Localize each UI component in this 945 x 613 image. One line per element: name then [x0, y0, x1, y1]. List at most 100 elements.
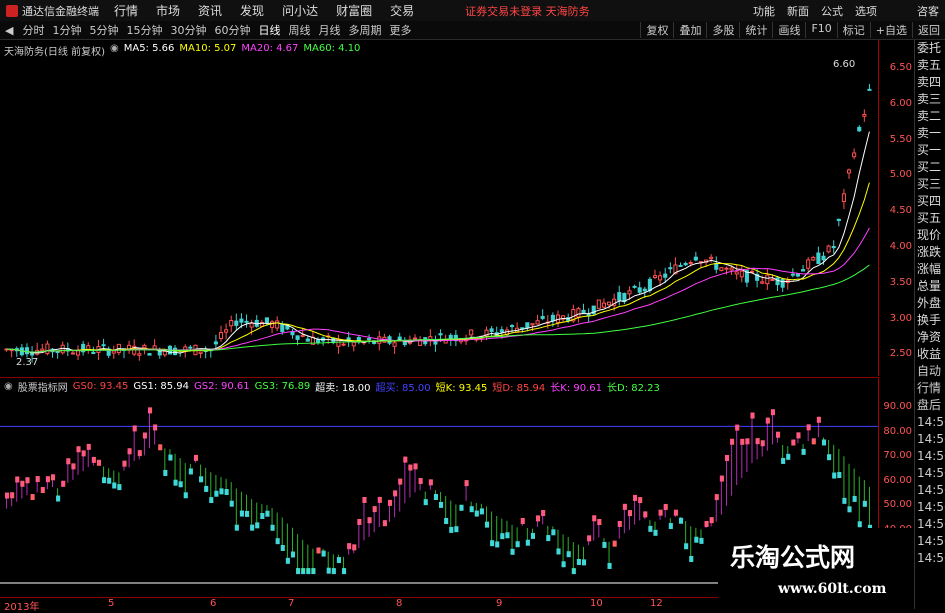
candle-body [729, 267, 734, 271]
menu-item-ask[interactable]: 问小达 [273, 2, 327, 19]
candle-body [40, 348, 45, 352]
menu-item-trade[interactable]: 交易 [381, 2, 423, 19]
candle-body [55, 350, 60, 353]
candle-body [581, 309, 586, 314]
indicator-bar [219, 488, 224, 495]
quote-label: 14:56 [917, 466, 945, 480]
high-price-label: 6.60 [833, 59, 856, 70]
candle-body [341, 343, 346, 346]
candle-body [862, 113, 867, 117]
quote-label: 14:56 [917, 517, 945, 531]
price-tick: 3.50 [889, 276, 912, 288]
indicator-bar [209, 497, 214, 504]
indicator-bar [255, 522, 260, 529]
period-15min[interactable]: 15分钟 [122, 22, 166, 38]
quote-label: 买一 [917, 143, 942, 157]
ind-oversold: 超卖: 18.00 [315, 383, 371, 394]
ma-dot-icon: ◉ [109, 43, 119, 54]
indicator-bar [449, 526, 454, 533]
indicator-bar [459, 504, 464, 511]
tool-mark[interactable]: 标记 [836, 22, 870, 38]
candle-body [775, 277, 780, 286]
menu-item-discover[interactable]: 发现 [231, 2, 273, 19]
quote-label: 净资 [917, 330, 942, 344]
period-multi[interactable]: 多周期 [344, 22, 385, 38]
candle-body [234, 320, 239, 326]
quote-label: 盘后 [917, 398, 942, 412]
candle-body [688, 261, 693, 264]
menu-item-wealth[interactable]: 财富圈 [327, 2, 381, 19]
tool-multi-stock[interactable]: 多股 [706, 22, 739, 38]
period-daily[interactable]: 日线 [254, 22, 284, 38]
period-5min[interactable]: 5分钟 [85, 22, 122, 38]
indicator-bar [173, 479, 178, 486]
candle-body [535, 320, 540, 325]
period-1min[interactable]: 1分钟 [48, 22, 85, 38]
period-weekly[interactable]: 周线 [284, 22, 314, 38]
quote-label: 14:56 [917, 483, 945, 497]
menu-item-news[interactable]: 资讯 [189, 2, 231, 19]
period-more[interactable]: 更多 [385, 22, 415, 38]
indicator-bar [801, 448, 806, 455]
tool-add-watch[interactable]: +自选 [869, 22, 912, 38]
menu-options[interactable]: 选项 [849, 3, 883, 19]
candle-body [714, 263, 719, 270]
candle-body [709, 256, 714, 260]
candle-body [852, 152, 857, 158]
login-notice: 证券交易未登录 天海防务 [465, 4, 590, 18]
menu-new-page[interactable]: 新面 [781, 3, 815, 19]
toolbar-arrow-icon[interactable]: ◀ [0, 24, 18, 37]
indicator-bar [484, 521, 490, 528]
indicator-bar [474, 510, 479, 517]
indicator-bar [275, 538, 280, 545]
period-tick[interactable]: 分时 [18, 22, 48, 38]
indicator-bar [653, 529, 658, 536]
candle-body [867, 88, 872, 91]
candle-body [433, 341, 438, 345]
watermark: 乐淘公式网 www.60lt.com [718, 528, 914, 609]
tool-back[interactable]: 返回 [912, 22, 945, 38]
indicator-bar [821, 439, 827, 446]
tool-f10[interactable]: F10 [805, 22, 836, 38]
quote-label: 行情 [917, 381, 942, 395]
menu-function[interactable]: 功能 [747, 3, 781, 19]
menu-formula[interactable]: 公式 [815, 3, 849, 19]
period-60min[interactable]: 60分钟 [210, 22, 254, 38]
candle-body [831, 246, 836, 249]
candle-body [469, 329, 474, 336]
menu-item-market[interactable]: 市场 [147, 2, 189, 19]
candle-body [91, 351, 96, 354]
indicator-bar [546, 535, 551, 542]
indicator-bar [827, 454, 832, 461]
indicator-tick: 70.00 [883, 450, 912, 461]
tool-stats[interactable]: 统计 [739, 22, 772, 38]
candle-body [821, 255, 826, 261]
menu-item-quotes[interactable]: 行情 [105, 2, 147, 19]
period-monthly[interactable]: 月线 [314, 22, 344, 38]
candle-body [30, 353, 35, 356]
indicator-bar [199, 476, 204, 483]
candle-body [213, 341, 218, 345]
menu-guest[interactable]: 咨客 [911, 3, 945, 19]
indicator-bar [229, 500, 234, 507]
indicator-bar [183, 492, 188, 499]
tool-adjust[interactable]: 复权 [640, 22, 673, 38]
candle-body [550, 314, 555, 322]
tool-overlay[interactable]: 叠加 [673, 22, 706, 38]
candle-body [576, 308, 581, 318]
ma10-line [6, 182, 870, 353]
candle-body [652, 275, 658, 279]
indicator-bar [561, 561, 566, 568]
candle-body [142, 344, 147, 349]
ind-gs1: GS1: 85.94 [133, 381, 190, 392]
ind-gs2: GS2: 90.61 [194, 381, 250, 392]
candle-body [448, 334, 453, 339]
period-30min[interactable]: 30分钟 [166, 22, 210, 38]
kline-chart[interactable] [0, 40, 878, 376]
indicator-bar [336, 557, 341, 564]
indicator-bar [495, 541, 500, 548]
quote-label: 14:56 [917, 534, 945, 548]
indicator-bar [260, 513, 265, 520]
candle-body [846, 169, 852, 174]
tool-draw[interactable]: 画线 [772, 22, 805, 38]
